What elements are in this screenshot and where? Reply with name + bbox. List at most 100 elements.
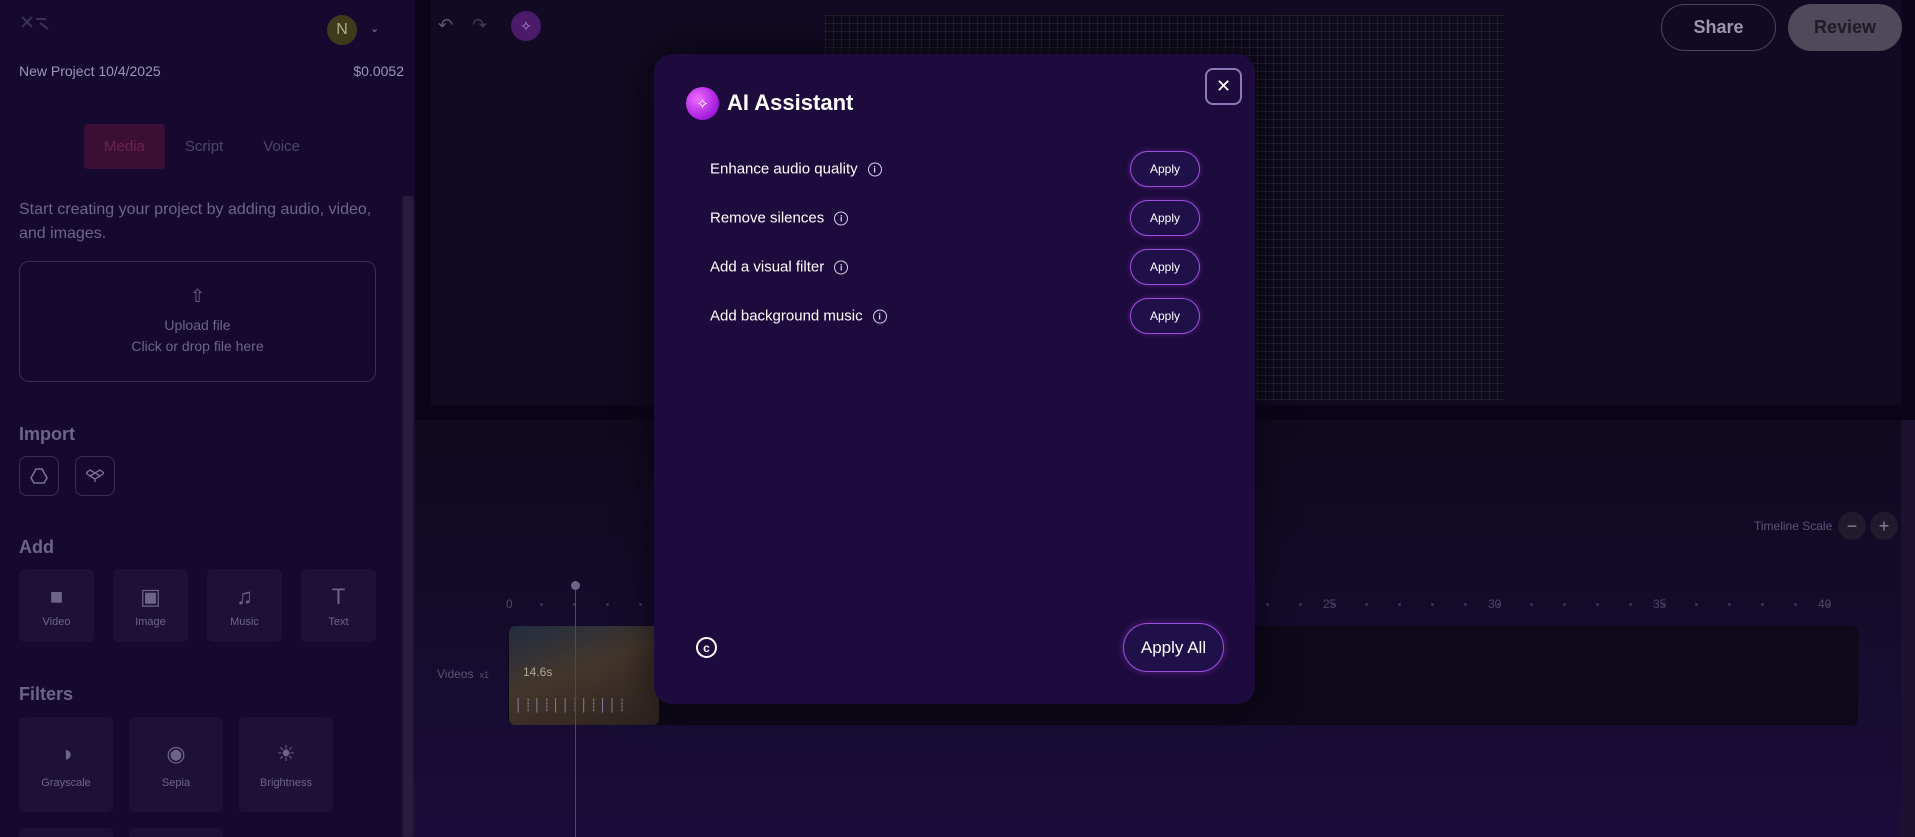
project-name[interactable]: New Project 10/4/2025	[19, 63, 161, 79]
ruler-dot	[1530, 603, 1533, 606]
add-image-label: Image	[135, 615, 166, 628]
dropbox-icon	[86, 469, 104, 482]
info-icon[interactable]: i	[872, 309, 887, 323]
brightness-icon: ☀	[276, 740, 296, 766]
timeline-scale-label: Timeline Scale	[1754, 519, 1833, 533]
filter-sepia-label: Sepia	[161, 776, 191, 789]
playhead-line[interactable]	[575, 586, 576, 837]
dropbox-import-button[interactable]	[75, 456, 115, 496]
add-music-label: Music	[230, 615, 259, 628]
ruler-dot	[540, 603, 543, 606]
apply-remove-silences-button[interactable]: Apply	[1130, 200, 1200, 236]
ruler-dot	[1266, 603, 1269, 606]
option-row-remove-silences: Remove silences i Apply	[710, 200, 1200, 236]
clip-duration: 14.6s	[523, 665, 553, 679]
apply-all-button[interactable]: Apply All	[1123, 623, 1224, 672]
redo-icon[interactable]: ↷	[472, 15, 487, 36]
minus-icon: −	[1846, 515, 1858, 536]
option-label: Add a visual filter i	[710, 258, 849, 276]
apply-enhance-audio-button[interactable]: Apply	[1130, 151, 1200, 187]
tab-voice[interactable]: Voice	[243, 124, 320, 169]
ruler-dot	[1794, 603, 1797, 606]
ruler-dot	[1299, 603, 1302, 606]
track-label-videos: Videos x1	[437, 667, 489, 681]
upload-dropzone[interactable]: ⇧ Upload file Click or drop file here	[19, 261, 376, 382]
filter-tile-partial[interactable]	[129, 828, 223, 837]
avatar[interactable]: N	[327, 15, 357, 45]
filter-brightness-label: Brightness	[260, 776, 312, 789]
audio-waveform: │┊│┊││┊│┊││┊	[515, 698, 628, 712]
timeline-zoom-in-button[interactable]: +	[1870, 512, 1898, 540]
google-drive-icon	[30, 468, 48, 484]
import-heading: Import	[19, 424, 75, 444]
add-video-button[interactable]: ■ Video	[19, 569, 94, 642]
ruler-tick-label: 0	[506, 597, 513, 611]
ruler-dot	[1695, 603, 1698, 606]
ruler-dot	[1662, 603, 1665, 606]
option-row-visual-filter: Add a visual filter i Apply	[710, 249, 1200, 285]
chevron-down-icon[interactable]: ⌄	[370, 22, 379, 35]
playhead-handle[interactable]	[571, 581, 580, 590]
ruler-dot	[606, 603, 609, 606]
upload-title: Upload file	[164, 317, 231, 333]
filters-heading: Filters	[19, 684, 74, 704]
ruler-dot	[1728, 603, 1731, 606]
apply-visual-filter-button[interactable]: Apply	[1130, 249, 1200, 285]
filter-sepia-button[interactable]: ◉ Sepia	[129, 717, 223, 812]
timeline-scrollbar[interactable]	[1901, 420, 1915, 837]
upload-icon: ⇧	[189, 286, 206, 306]
info-icon[interactable]: i	[834, 211, 849, 225]
ruler-dot	[1827, 603, 1830, 606]
add-video-label: Video	[42, 615, 71, 628]
ruler-dot	[1629, 603, 1632, 606]
option-row-enhance-audio: Enhance audio quality i Apply	[710, 151, 1200, 187]
app-logo-icon	[21, 16, 49, 30]
option-text: Add background music	[710, 307, 863, 325]
option-text: Add a visual filter	[710, 258, 825, 276]
ruler-dot	[1332, 603, 1335, 606]
add-text-label: Text	[328, 615, 349, 628]
project-cost: $0.0052	[353, 63, 404, 79]
ruler-dot	[1596, 603, 1599, 606]
ai-assistant-button[interactable]: ✧	[511, 11, 541, 41]
sepia-icon: ◉	[166, 740, 186, 766]
video-icon: ■	[49, 583, 64, 609]
image-icon: ▣	[140, 583, 161, 609]
tab-media[interactable]: Media	[84, 124, 165, 169]
ruler-dot	[1761, 603, 1764, 606]
track-count: x1	[479, 670, 489, 680]
option-label: Remove silences i	[710, 210, 849, 227]
share-button[interactable]: Share	[1661, 4, 1776, 51]
sidebar-scrollbar-thumb[interactable]	[403, 196, 413, 837]
option-label: Add background music i	[710, 308, 887, 325]
grayscale-icon: ◑	[59, 740, 73, 766]
apply-background-music-button[interactable]: Apply	[1130, 298, 1200, 334]
option-label: Enhance audio quality i	[710, 161, 882, 178]
filter-brightness-button[interactable]: ☀ Brightness	[239, 717, 333, 812]
ruler-dot	[639, 603, 642, 606]
intro-text: Start creating your project by adding au…	[19, 201, 372, 242]
ruler-dot	[1398, 603, 1401, 606]
review-button[interactable]: Review	[1788, 4, 1902, 51]
music-icon: ♫	[236, 583, 253, 609]
add-heading: Add	[19, 537, 54, 557]
tab-script[interactable]: Script	[165, 124, 243, 169]
add-image-button[interactable]: ▣ Image	[113, 569, 188, 642]
upload-subtitle: Click or drop file here	[131, 338, 264, 354]
ai-assistant-modal: ✧ AI Assistant ✕ Enhance audio quality i…	[654, 54, 1255, 704]
filter-grayscale-button[interactable]: ◑ Grayscale	[19, 717, 113, 812]
track-name: Videos	[437, 667, 474, 681]
filter-tile-partial[interactable]	[19, 828, 113, 837]
close-button[interactable]: ✕	[1205, 68, 1242, 105]
undo-icon[interactable]: ↶	[438, 15, 453, 36]
filter-grayscale-label: Grayscale	[41, 776, 91, 789]
info-icon[interactable]: i	[867, 162, 882, 176]
info-icon[interactable]: i	[834, 260, 849, 274]
add-music-button[interactable]: ♫ Music	[207, 569, 282, 642]
ruler-dot	[1365, 603, 1368, 606]
add-text-button[interactable]: T Text	[301, 569, 376, 642]
ruler-dot	[1431, 603, 1434, 606]
google-drive-import-button[interactable]	[19, 456, 59, 496]
copyright-icon[interactable]: c	[696, 637, 717, 658]
timeline-zoom-out-button[interactable]: −	[1838, 512, 1866, 540]
